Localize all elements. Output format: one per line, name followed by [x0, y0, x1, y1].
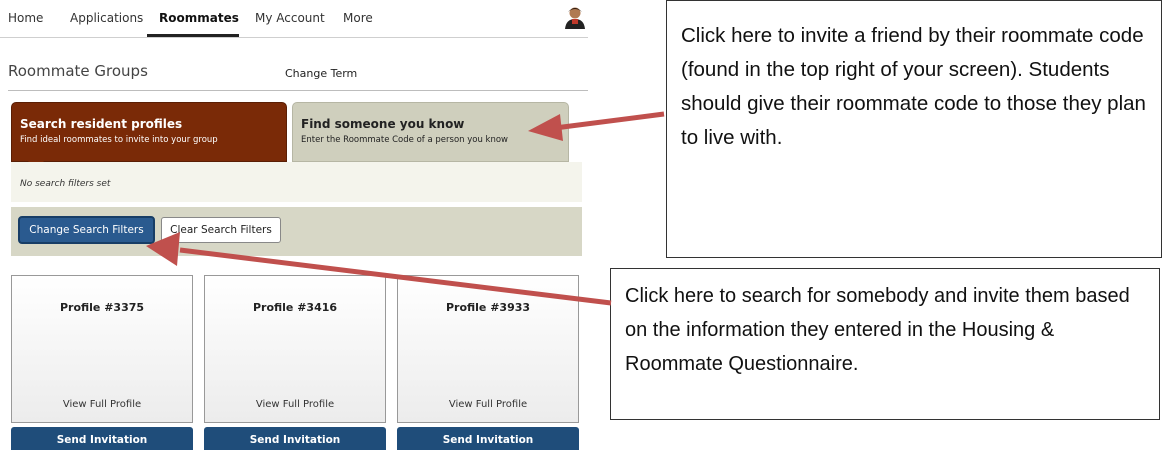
arrow-line-top — [554, 111, 665, 131]
annotation-arrows — [146, 111, 665, 306]
arrow-line-bottom — [179, 247, 612, 306]
arrow-head-bottom-icon — [146, 232, 180, 266]
arrow-head-top-icon — [528, 114, 563, 141]
